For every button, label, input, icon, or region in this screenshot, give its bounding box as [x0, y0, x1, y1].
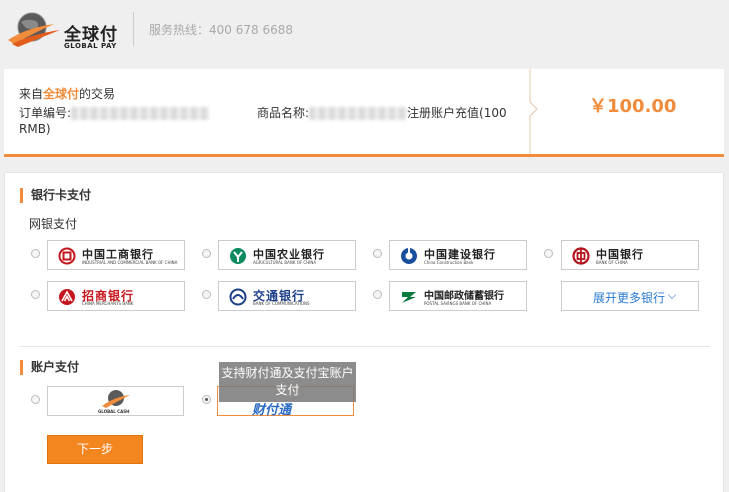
product-currency: RMB): [19, 122, 51, 136]
icbc-logo-icon: [58, 247, 76, 265]
online-banking-subtitle: 网银支付: [29, 217, 78, 231]
tenpay-tooltip: 支持财付通及支付宝账户支付: [219, 362, 356, 402]
order-details: 来自全球付的交易 订单编号: 商品名称: 注册账户充值(100 RMB): [4, 69, 529, 154]
product-name: 商品名称: 注册账户充值(100: [257, 104, 522, 122]
bank-option-abc[interactable]: 中国农业银行 AGRICULTURAL BANK OF CHINA: [218, 240, 356, 270]
bank-name-en: CHINA MERCHANTS BANK: [82, 301, 134, 306]
bank-name-en: POSTAL SAVINGS BANK OF CHINA: [424, 301, 492, 306]
radio-bank-abc[interactable]: [202, 249, 211, 258]
abc-logo-icon: [230, 248, 246, 264]
product-name-label: 商品名称:: [257, 106, 310, 120]
bank-option-bocom[interactable]: 交通银行 BANK OF COMMUNICATIONS: [218, 281, 356, 311]
bank-name-en: BANK OF CHINA: [596, 260, 628, 265]
radio-bank-icbc[interactable]: [31, 249, 40, 258]
bank-name-en: China Construction Bank: [424, 260, 474, 265]
bank-card-section-title: 银行卡支付: [20, 188, 91, 203]
radio-bank-boc[interactable]: [544, 249, 553, 258]
bank-option-boc[interactable]: 中国银行 BANK OF CHINA: [561, 240, 699, 270]
payment-methods-panel: 银行卡支付 网银支付 中国工商银行 INDUSTRIAL AND COMMERC…: [4, 172, 724, 492]
section-divider: [20, 346, 710, 347]
radio-bank-bocom[interactable]: [202, 290, 211, 299]
ccb-logo-icon: [401, 248, 417, 264]
order-summary: 来自全球付的交易 订单编号: 商品名称: 注册账户充值(100 RMB) ￥100…: [4, 69, 724, 157]
radio-bank-cmb[interactable]: [31, 290, 40, 299]
bank-option-ccb[interactable]: 中国建设银行 China Construction Bank: [389, 240, 527, 270]
bank-name-en: BANK OF COMMUNICATIONS: [253, 301, 310, 306]
order-amount: ￥100.00: [589, 96, 677, 117]
transaction-source: 来自全球付的交易: [19, 85, 115, 102]
page-header: 全球付 GLOBAL PAY 服务热线：400 678 6688: [0, 0, 729, 56]
logo-english-text: GLOBAL PAY: [64, 42, 117, 50]
bank-name-en: AGRICULTURAL BANK OF CHINA: [253, 260, 317, 265]
redacted-order-number: [71, 107, 210, 120]
from-suffix: 的交易: [79, 87, 116, 101]
expand-more-banks-label: 展开更多银行: [593, 291, 666, 305]
from-brand: 全球付: [43, 87, 80, 101]
radio-bank-ccb[interactable]: [373, 249, 382, 258]
radio-tenpay[interactable]: [202, 395, 211, 404]
order-number: 订单编号:: [19, 104, 210, 121]
global-pay-logo[interactable]: 全球付 GLOBAL PAY: [6, 10, 126, 50]
psbc-logo-icon: [402, 292, 416, 303]
boc-logo-icon: [572, 247, 590, 265]
order-number-label: 订单编号:: [19, 106, 72, 120]
radio-global-cash[interactable]: [31, 395, 40, 404]
header-divider: [133, 12, 134, 46]
cmb-logo-icon: [59, 289, 75, 305]
service-hotline: 服务热线：400 678 6688: [149, 23, 293, 37]
bank-option-cmb[interactable]: 招商银行 CHINA MERCHANTS BANK: [47, 281, 185, 311]
redacted-product-name: [309, 107, 408, 120]
account-section-title: 账户支付: [20, 360, 79, 375]
globe-logo-icon: [8, 12, 60, 47]
radio-bank-psbc[interactable]: [373, 290, 382, 299]
next-step-button[interactable]: 下一步: [47, 435, 143, 464]
bocom-logo-icon: [229, 288, 247, 306]
order-divider-arrow: [529, 69, 538, 154]
bank-option-psbc[interactable]: 中国邮政储蓄银行 POSTAL SAVINGS BANK OF CHINA: [389, 281, 527, 311]
global-cash-name: GLOBAL CASH: [98, 409, 130, 414]
chevron-down-icon: [667, 290, 677, 300]
expand-more-banks-button[interactable]: 展开更多银行: [561, 281, 699, 311]
bank-name-en: INDUSTRIAL AND COMMERCIAL BANK OF CHINA: [82, 260, 178, 265]
account-option-global-cash[interactable]: GLOBAL CASH: [47, 386, 184, 416]
product-name-suffix: 注册账户充值(100: [407, 106, 507, 120]
bank-option-icbc[interactable]: 中国工商银行 INDUSTRIAL AND COMMERCIAL BANK OF…: [47, 240, 185, 270]
from-prefix: 来自: [19, 87, 44, 101]
bank-name: 中国邮政储蓄银行: [424, 291, 504, 302]
